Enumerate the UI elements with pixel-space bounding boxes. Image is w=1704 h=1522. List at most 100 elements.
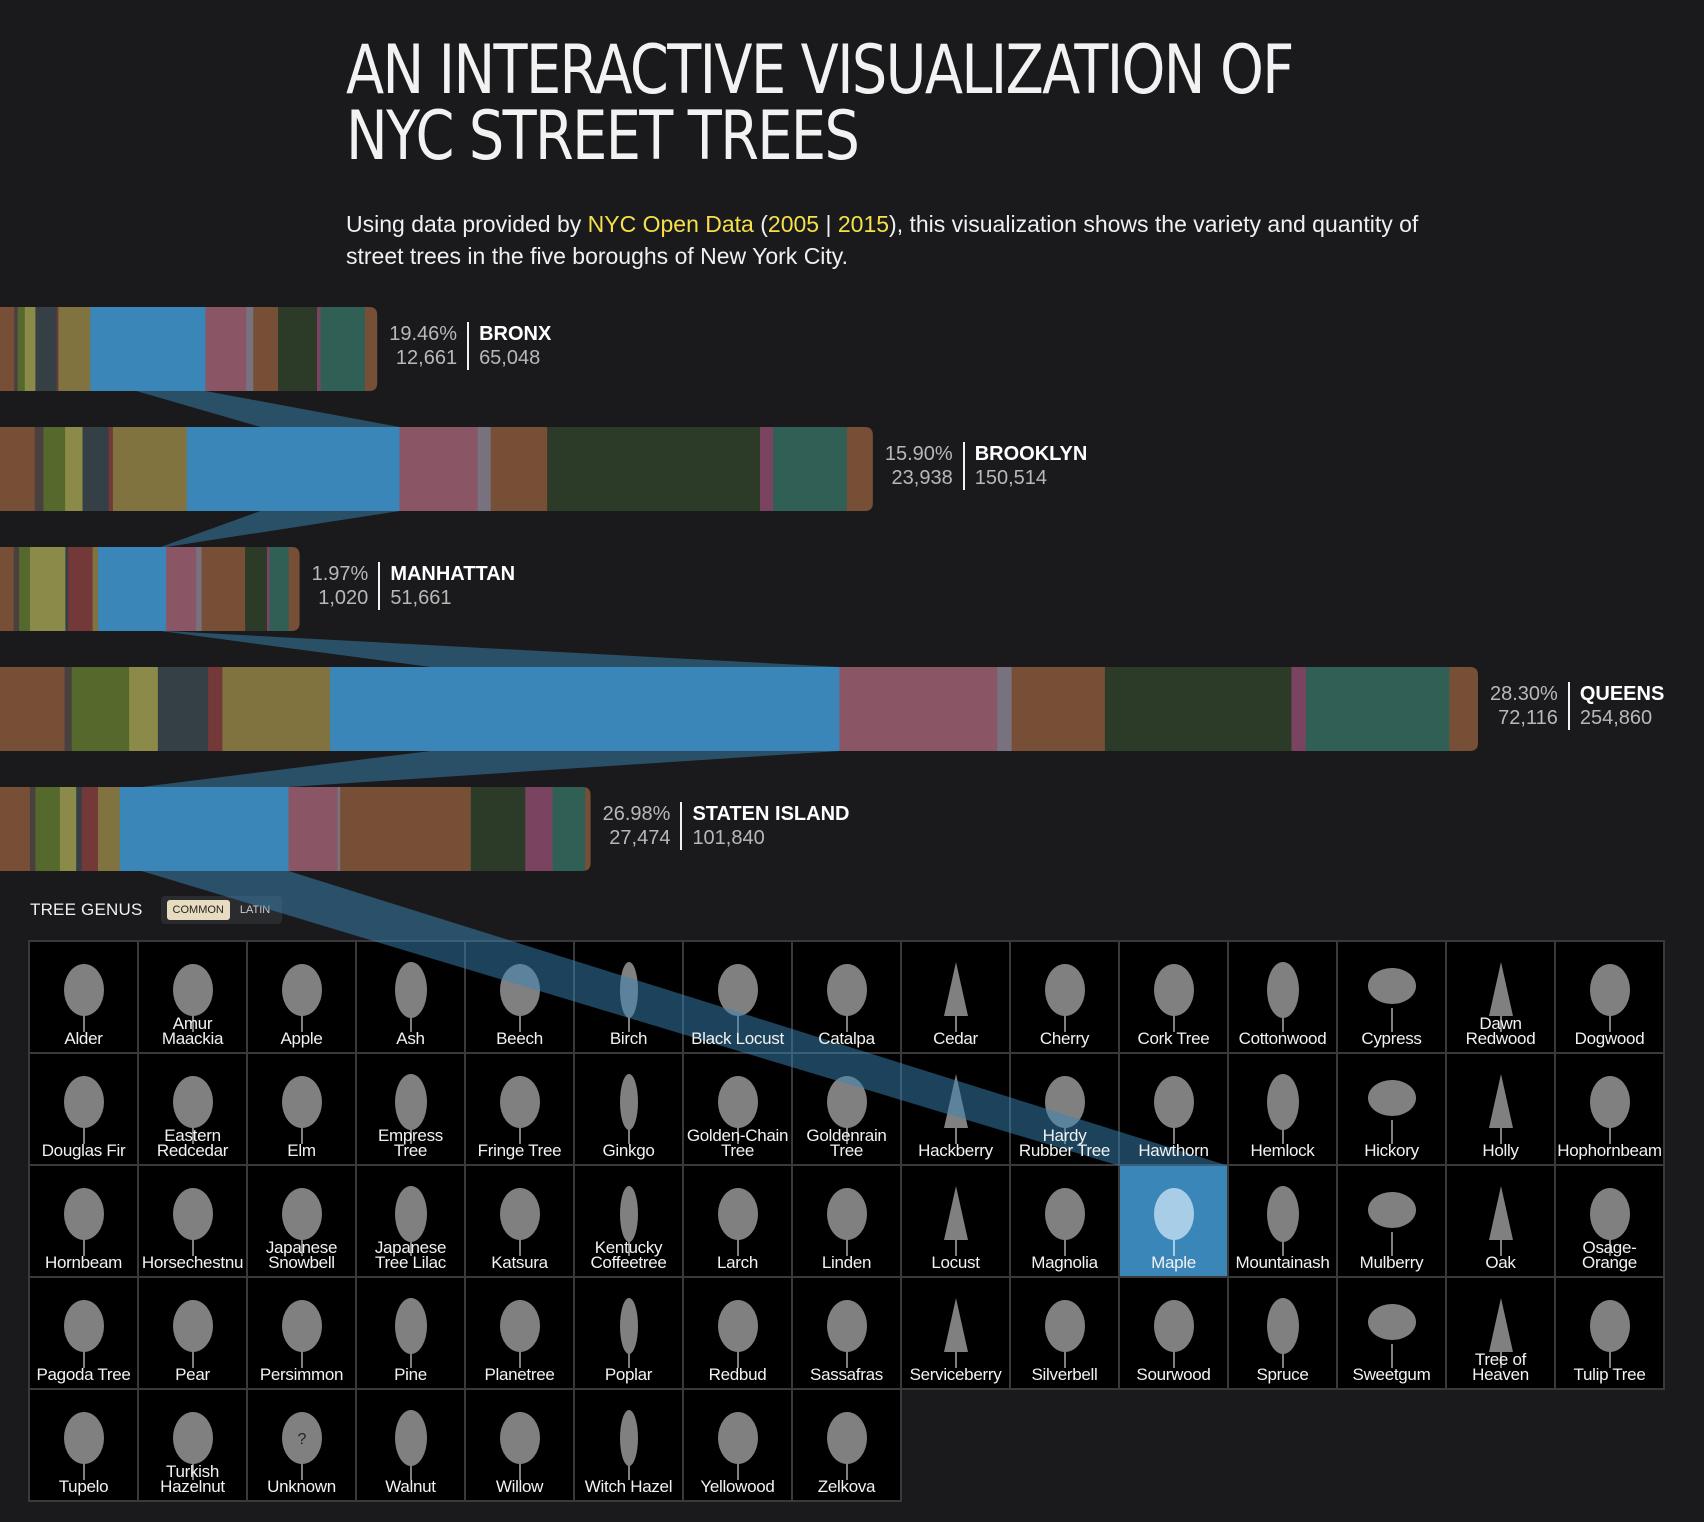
genus-cell-walnut[interactable]: Walnut — [357, 1390, 466, 1502]
genus-cell-dawn-redwood[interactable]: Dawn Redwood — [1447, 942, 1556, 1054]
bar-segment[interactable] — [364, 307, 378, 391]
genus-cell-serviceberry[interactable]: Serviceberry — [902, 1278, 1011, 1390]
genus-cell-horsechestnu[interactable]: Horsechestnu — [139, 1166, 248, 1278]
bar-segment[interactable] — [196, 547, 203, 631]
bar-segment[interactable] — [399, 427, 479, 511]
genus-cell-poplar[interactable]: Poplar — [575, 1278, 684, 1390]
genus-cell-tree-of-heaven[interactable]: Tree of Heaven — [1447, 1278, 1556, 1390]
genus-cell-sassafras[interactable]: Sassafras — [793, 1278, 902, 1390]
bar-segment[interactable] — [246, 307, 254, 391]
genus-cell-apple[interactable]: Apple — [248, 942, 357, 1054]
bar-segment[interactable] — [29, 547, 66, 631]
bar-segment[interactable] — [330, 667, 431, 751]
bar-segment[interactable] — [205, 307, 247, 391]
bar-segment[interactable] — [19, 547, 31, 631]
bar-segment[interactable] — [68, 547, 94, 631]
bar-segment[interactable] — [245, 547, 268, 631]
genus-cell-sweetgum[interactable]: Sweetgum — [1338, 1278, 1447, 1390]
genus-cell-redbud[interactable]: Redbud — [684, 1278, 793, 1390]
bar-segment[interactable] — [157, 667, 209, 751]
bar-segment[interactable] — [35, 307, 58, 391]
bar-segment[interactable] — [759, 427, 774, 511]
genus-cell-ginkgo[interactable]: Ginkgo — [575, 1054, 684, 1166]
bar-segment[interactable] — [82, 427, 110, 511]
genus-cell-witch-hazel[interactable]: Witch Hazel — [575, 1390, 684, 1502]
bar-segment[interactable] — [43, 427, 66, 511]
genus-cell-maple[interactable]: Maple — [1120, 1166, 1229, 1278]
genus-cell-locust[interactable]: Locust — [902, 1166, 1011, 1278]
bar-segment[interactable] — [477, 427, 492, 511]
genus-cell-yellowood[interactable]: Yellowood — [684, 1390, 793, 1502]
genus-cell-sourwood[interactable]: Sourwood — [1120, 1278, 1229, 1390]
bar-segment[interactable] — [97, 787, 121, 871]
borough-bar-staten-island[interactable] — [0, 787, 591, 871]
genus-cell-cottonwood[interactable]: Cottonwood — [1229, 942, 1338, 1054]
bar-segment[interactable] — [1011, 667, 1106, 751]
genus-cell-planetree[interactable]: Planetree — [466, 1278, 575, 1390]
genus-cell-hemlock[interactable]: Hemlock — [1229, 1054, 1338, 1166]
genus-cell-spruce[interactable]: Spruce — [1229, 1278, 1338, 1390]
segment-maple[interactable] — [430, 667, 840, 751]
genus-cell-amur-maackia[interactable]: Amur Maackia — [139, 942, 248, 1054]
bar-segment[interactable] — [201, 547, 246, 631]
bar-segment[interactable] — [59, 787, 77, 871]
genus-cell-tupelo[interactable]: Tupelo — [30, 1390, 139, 1502]
bar-segment[interactable] — [65, 427, 84, 511]
bar-segment[interactable] — [278, 307, 318, 391]
bar-segment[interactable] — [846, 427, 874, 511]
bar-segment[interactable] — [29, 787, 36, 871]
genus-cell-cork-tree[interactable]: Cork Tree — [1120, 942, 1229, 1054]
bar-segment[interactable] — [340, 787, 472, 871]
genus-cell-pear[interactable]: Pear — [139, 1278, 248, 1390]
bar-segment[interactable] — [320, 307, 366, 391]
bar-segment[interactable] — [92, 547, 99, 631]
bar-segment[interactable] — [119, 787, 143, 871]
genus-cell-cherry[interactable]: Cherry — [1011, 942, 1120, 1054]
bar-segment[interactable] — [76, 787, 83, 871]
toggle-latin[interactable]: LATIN — [234, 900, 276, 920]
genus-cell-persimmon[interactable]: Persimmon — [248, 1278, 357, 1390]
bar-segment[interactable] — [112, 427, 188, 511]
genus-cell-goldenrain-tree[interactable]: Goldenrain Tree — [793, 1054, 902, 1166]
genus-cell-dogwood[interactable]: Dogwood — [1556, 942, 1665, 1054]
bar-segment[interactable] — [90, 307, 137, 391]
segment-maple[interactable] — [136, 307, 206, 391]
bar-segment[interactable] — [17, 307, 26, 391]
genus-cell-fringe-tree[interactable]: Fringe Tree — [466, 1054, 575, 1166]
bar-segment[interactable] — [222, 667, 331, 751]
bar-segment[interactable] — [13, 547, 20, 631]
bar-segment[interactable] — [1104, 667, 1292, 751]
bar-segment[interactable] — [288, 547, 300, 631]
genus-cell-magnolia[interactable]: Magnolia — [1011, 1166, 1120, 1278]
bar-segment[interactable] — [269, 547, 290, 631]
segment-maple[interactable] — [141, 787, 289, 871]
genus-cell-empress-tree[interactable]: Empress Tree — [357, 1054, 466, 1166]
genus-cell-japanese-snowbell[interactable]: Japanese Snowbell — [248, 1166, 357, 1278]
genus-cell-tulip-tree[interactable]: Tulip Tree — [1556, 1278, 1665, 1390]
bar-segment[interactable] — [58, 307, 91, 391]
genus-cell-alder[interactable]: Alder — [30, 942, 139, 1054]
bar-segment[interactable] — [1305, 667, 1450, 751]
genus-cell-silverbell[interactable]: Silverbell — [1011, 1278, 1120, 1390]
bar-segment[interactable] — [98, 547, 162, 631]
genus-cell-hackberry[interactable]: Hackberry — [902, 1054, 1011, 1166]
genus-cell-hardy-rubber-tree[interactable]: Hardy Rubber Tree — [1011, 1054, 1120, 1166]
genus-cell-birch[interactable]: Birch — [575, 942, 684, 1054]
genus-cell-eastern-redcedar[interactable]: Eastern Redcedar — [139, 1054, 248, 1166]
genus-cell-mulberry[interactable]: Mulberry — [1338, 1166, 1447, 1278]
bar-segment[interactable] — [0, 787, 31, 871]
genus-cell-japanese-tree-lilac[interactable]: Japanese Tree Lilac — [357, 1166, 466, 1278]
genus-cell-unknown[interactable]: ? Unknown — [248, 1390, 357, 1502]
borough-bar-brooklyn[interactable] — [0, 427, 873, 511]
genus-cell-katsura[interactable]: Katsura — [466, 1166, 575, 1278]
genus-cell-pine[interactable]: Pine — [357, 1278, 466, 1390]
bar-segment[interactable] — [0, 307, 15, 391]
bar-segment[interactable] — [552, 787, 586, 871]
genus-cell-holly[interactable]: Holly — [1447, 1054, 1556, 1166]
borough-bar-queens[interactable] — [0, 667, 1479, 751]
bar-segment[interactable] — [0, 547, 15, 631]
bar-segment[interactable] — [208, 667, 223, 751]
genus-cell-turkish-hazelnut[interactable]: Turkish Hazelnut — [139, 1390, 248, 1502]
bar-segment[interactable] — [585, 787, 591, 871]
bar-segment[interactable] — [108, 427, 114, 511]
